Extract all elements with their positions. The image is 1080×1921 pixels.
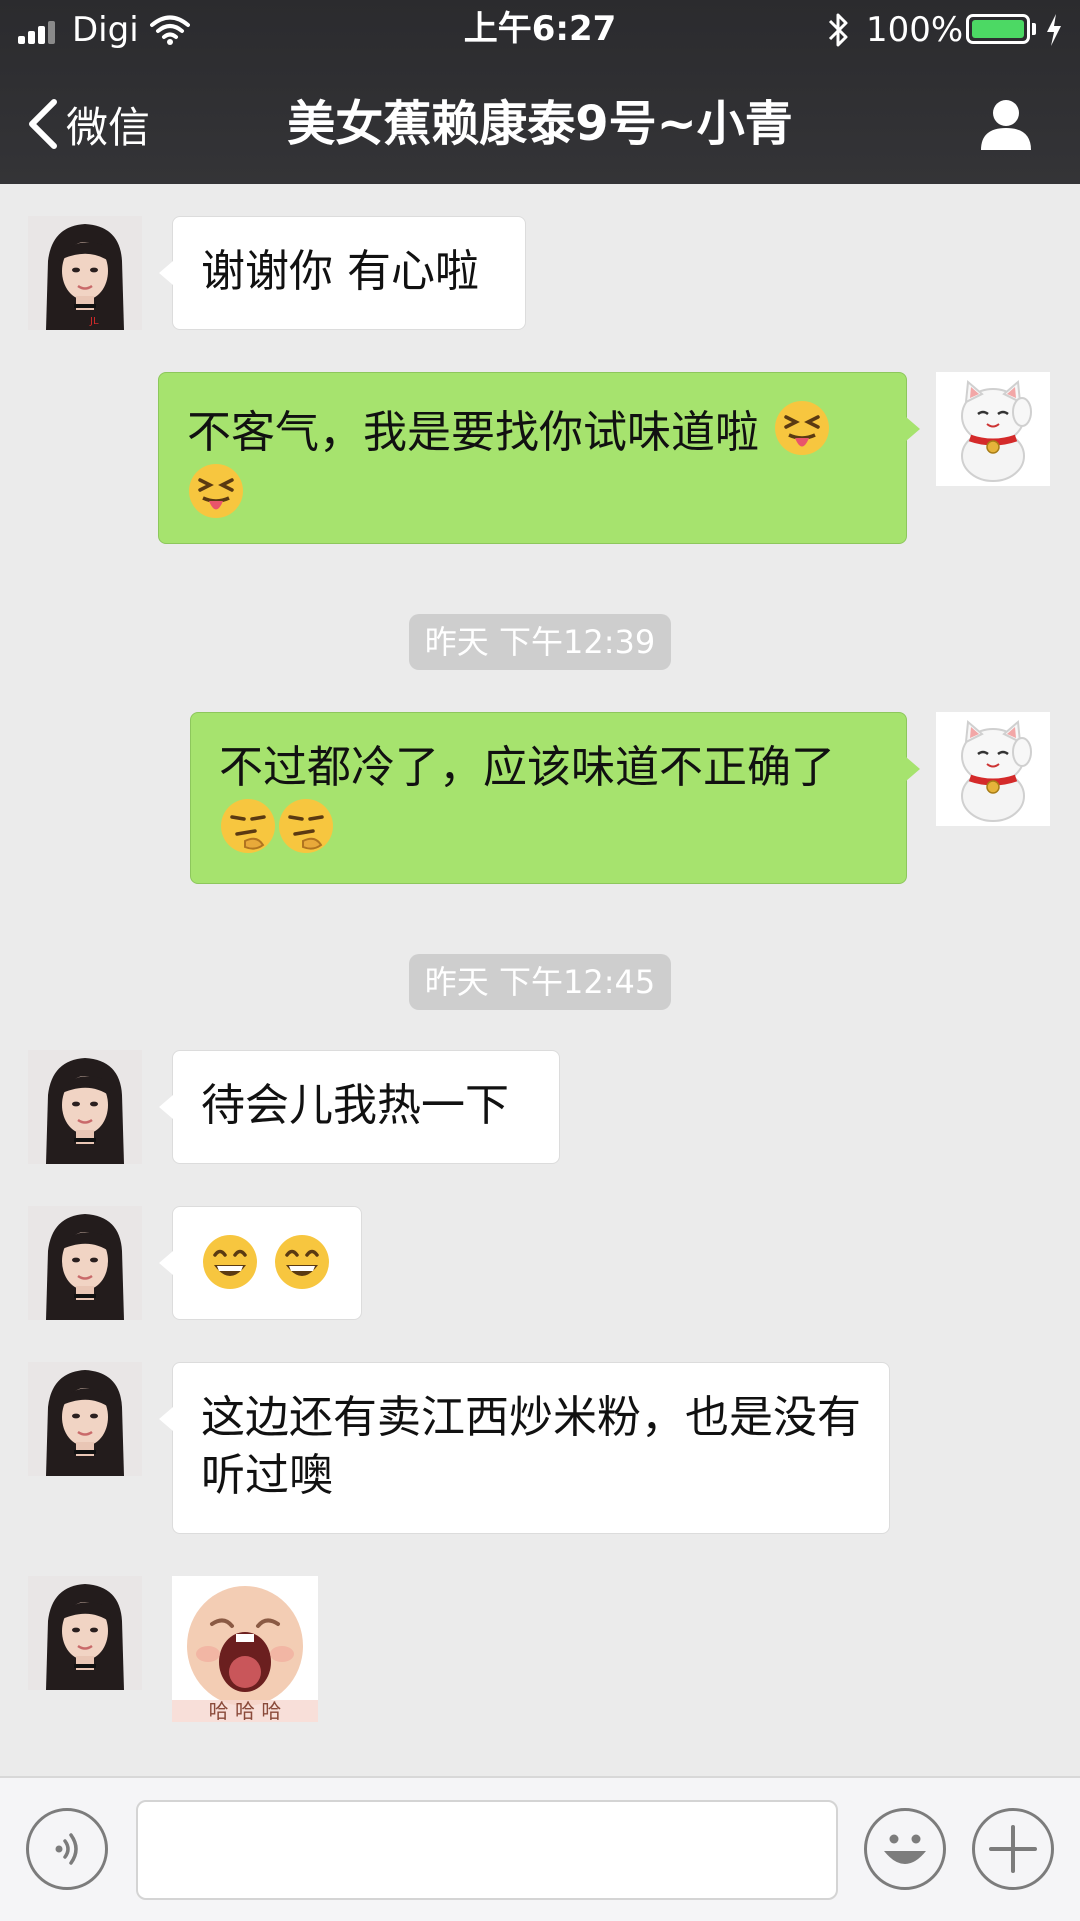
incoming-message-bubble[interactable]: [159, 1206, 362, 1320]
input-bar: [0, 1776, 1080, 1921]
timestamp: 昨天 下午12:39: [0, 614, 1080, 670]
battery-nub: [1032, 23, 1036, 35]
thinking-emoji-icon: [221, 799, 275, 853]
top-bar: Digi 上午6:27 100% 微信 美女蕉赖康泰9号~小青: [0, 0, 1080, 184]
contact-avatar[interactable]: [28, 1576, 142, 1690]
smiley-icon: [884, 1834, 926, 1864]
plus-icon: [989, 1825, 1037, 1873]
contact-avatar[interactable]: [28, 1050, 142, 1164]
incoming-message-bubble[interactable]: 这边还有卖江西炒米粉，也是没有听过噢: [159, 1362, 890, 1534]
timestamp: 昨天 下午12:45: [0, 954, 1080, 1010]
message-text: 待会儿我热一下: [201, 1080, 509, 1131]
more-button[interactable]: [972, 1808, 1054, 1890]
timestamp-label: 昨天 下午12:45: [408, 954, 672, 1010]
sticker-caption: 哈 哈 哈: [209, 1699, 282, 1722]
timestamp-label: 昨天 下午12:39: [408, 614, 672, 670]
battery-icon: [966, 14, 1030, 44]
lucky-cat-avatar-image: [936, 712, 1050, 826]
my-avatar[interactable]: [936, 372, 1050, 486]
my-avatar[interactable]: [936, 712, 1050, 826]
avatar-image: [28, 1576, 142, 1690]
profile-icon[interactable]: [978, 96, 1034, 152]
squinting-tongue-emoji-icon: [189, 464, 243, 518]
outgoing-message-bubble[interactable]: 不过都冷了，应该味道不正确了: [190, 712, 920, 884]
incoming-message-bubble[interactable]: 谢谢你 有心啦: [159, 216, 526, 330]
incoming-message-bubble[interactable]: 待会儿我热一下: [159, 1050, 560, 1164]
contact-avatar[interactable]: [28, 1206, 142, 1320]
svg-text:JL: JL: [89, 316, 99, 327]
avatar-image: [28, 1362, 142, 1476]
status-bar: Digi 上午6:27 100%: [0, 0, 1080, 60]
lucky-cat-avatar-image: [936, 372, 1050, 486]
thinking-emoji-icon: [279, 799, 333, 853]
charging-icon: [1047, 14, 1061, 46]
avatar-image: JL: [28, 216, 142, 330]
bluetooth-icon: [828, 13, 848, 47]
avatar-image: [28, 1050, 142, 1164]
emoji-button[interactable]: [864, 1808, 946, 1890]
back-label: 微信: [66, 102, 151, 152]
chevron-left-icon: [29, 99, 57, 149]
voice-button[interactable]: [26, 1808, 108, 1890]
battery-percent: 100%: [866, 10, 964, 50]
nav-bar: 微信 美女蕉赖康泰9号~小青: [0, 64, 1080, 184]
back-button[interactable]: 微信: [24, 92, 150, 156]
message-text: 这边还有卖江西炒米粉，也是没有听过噢: [201, 1392, 861, 1501]
outgoing-message-bubble[interactable]: 不客气，我是要找你试味道啦: [158, 372, 920, 544]
grinning-emoji-icon: [275, 1235, 329, 1289]
chat-title: 美女蕉赖康泰9号~小青: [287, 96, 793, 152]
laughing-baby-sticker[interactable]: 哈 哈 哈: [172, 1576, 318, 1722]
laughing-baby-image: 哈 哈 哈: [172, 1576, 318, 1722]
voice-icon: [55, 1833, 78, 1865]
message-text: 不过都冷了，应该味道不正确了: [219, 742, 835, 793]
contact-avatar[interactable]: [28, 1362, 142, 1476]
grinning-emoji-icon: [203, 1235, 257, 1289]
chat-area[interactable]: JL 谢谢你 有心啦 不客气，我是要找你试味道啦 昨天 下午12:39 不过都冷…: [0, 184, 1080, 1776]
avatar-image: [28, 1206, 142, 1320]
battery-fill: [972, 20, 1024, 38]
squinting-tongue-emoji-icon: [775, 401, 829, 455]
contact-avatar[interactable]: JL: [28, 216, 142, 330]
message-text: 不客气，我是要找你试味道啦: [187, 407, 759, 458]
message-input[interactable]: [136, 1800, 838, 1900]
message-text: 谢谢你 有心啦: [201, 246, 479, 297]
